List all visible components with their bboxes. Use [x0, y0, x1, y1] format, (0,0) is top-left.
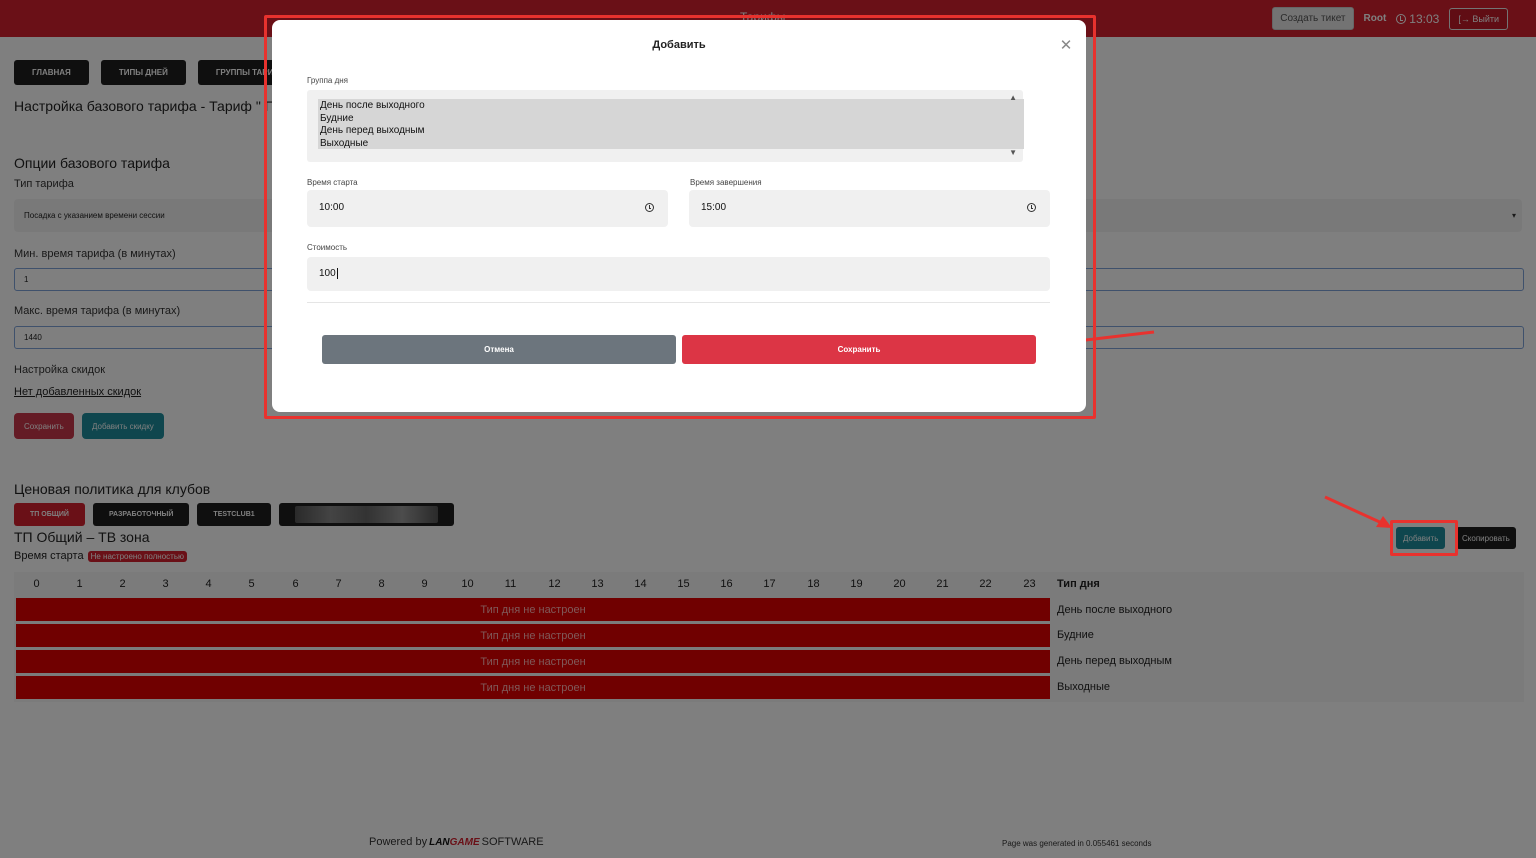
scroll-down-icon[interactable]: ▼ — [1009, 148, 1017, 157]
end-time-input[interactable]: 15:00 — [689, 190, 1050, 227]
cost-value: 100 — [319, 268, 336, 280]
day-group-options: День после выходного Будние День перед в… — [318, 99, 1024, 149]
modal-divider — [307, 302, 1050, 303]
start-time-value: 10:00 — [319, 202, 345, 213]
save-button[interactable]: Сохранить — [682, 335, 1036, 364]
day-group-listbox[interactable]: День после выходного Будние День перед в… — [307, 90, 1024, 162]
modal-title: Добавить — [652, 39, 706, 51]
cancel-button[interactable]: Отмена — [322, 335, 676, 364]
day-group-option[interactable]: Выходные — [320, 138, 1022, 151]
close-icon[interactable]: ✕ — [1059, 38, 1073, 53]
end-time-label: Время завершения — [690, 178, 762, 187]
start-time-input[interactable]: 10:00 — [307, 190, 668, 227]
day-group-label: Группа дня — [307, 76, 348, 85]
start-time-label: Время старта — [307, 178, 358, 187]
clock-icon[interactable] — [645, 203, 654, 212]
add-modal: Добавить ✕ Группа дня День после выходно… — [272, 20, 1086, 412]
cost-input[interactable]: 100 — [307, 257, 1050, 291]
text-caret — [336, 268, 338, 279]
cost-label: Стоимость — [307, 243, 348, 252]
day-group-option[interactable]: День после выходного — [320, 100, 1022, 113]
clock-icon[interactable] — [1027, 203, 1036, 212]
end-time-value: 15:00 — [701, 202, 727, 213]
scroll-up-icon[interactable]: ▲ — [1009, 93, 1017, 102]
day-group-option[interactable]: Будние — [320, 113, 1022, 126]
day-group-option[interactable]: День перед выходным — [320, 125, 1022, 138]
add-button-highlight-box — [1390, 520, 1458, 556]
